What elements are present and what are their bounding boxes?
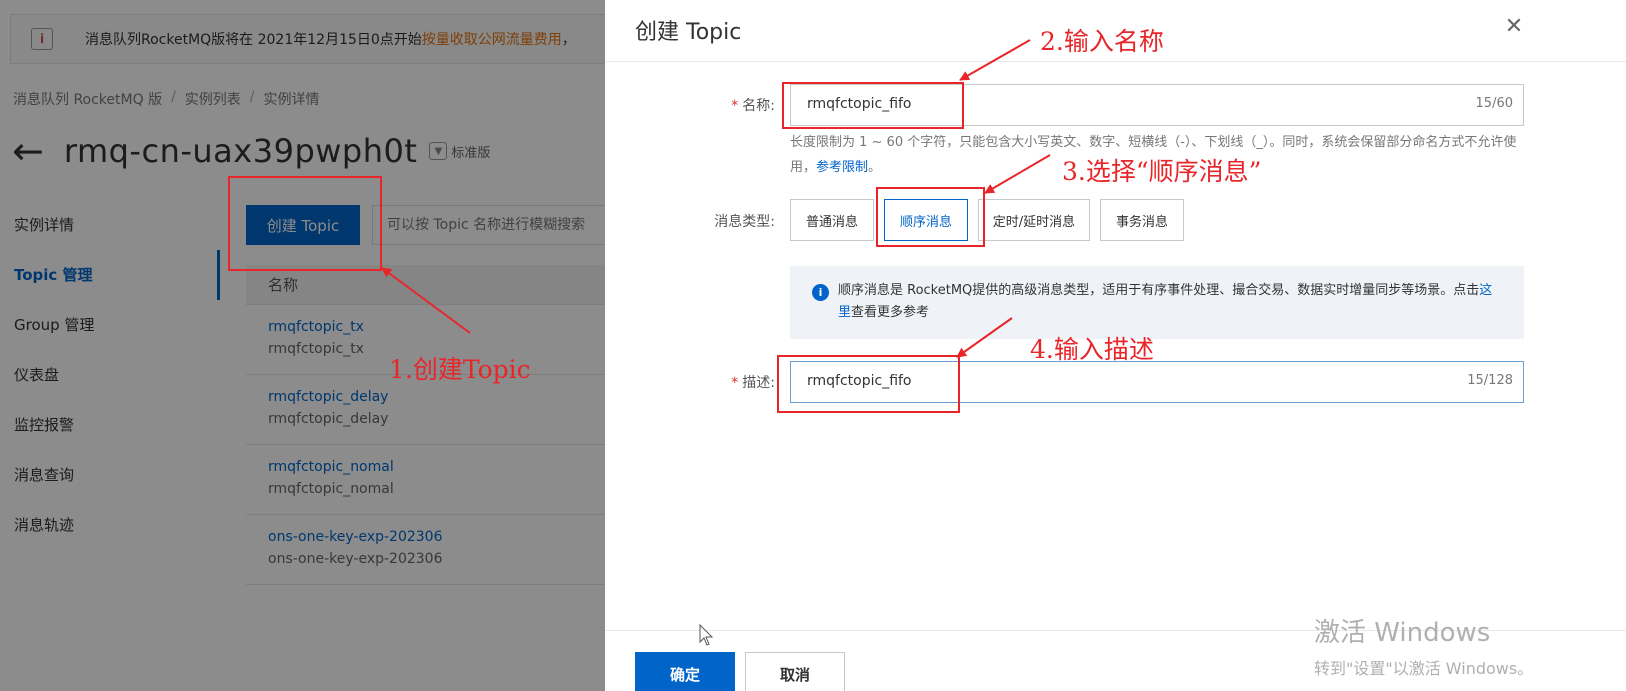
info-icon: i — [812, 284, 829, 301]
type-option-normal[interactable]: 普通消息 — [790, 199, 874, 241]
modal-overlay[interactable] — [0, 0, 605, 691]
windows-activation-watermark: 激活 Windows 转到"设置"以激活 Windows。 — [1314, 612, 1533, 679]
type-option-transaction[interactable]: 事务消息 — [1100, 199, 1184, 241]
info-box: i 顺序消息是 RocketMQ提供的高级消息类型，适用于有序事件处理、撮合交易… — [790, 266, 1524, 339]
required-marker: * — [731, 98, 739, 114]
name-label: * 名称: — [731, 98, 775, 114]
cancel-button[interactable]: 取消 — [745, 652, 845, 691]
type-option-delay[interactable]: 定时/延时消息 — [978, 199, 1090, 241]
required-marker: * — [731, 375, 739, 391]
name-char-count: 15/60 — [1475, 96, 1513, 111]
annotation-step-2: 2.输入名称 — [1040, 27, 1164, 56]
annotation-step-4: 4.输入描述 — [1030, 335, 1154, 364]
annotation-box-name — [782, 82, 964, 129]
mouse-cursor-icon — [699, 624, 714, 646]
annotation-step-1: 1.创建Topic — [389, 355, 531, 384]
watermark-title: 激活 Windows — [1314, 618, 1491, 648]
confirm-button[interactable]: 确定 — [635, 652, 735, 691]
drawer-title: 创建 Topic — [635, 20, 742, 45]
annotation-box-type — [876, 187, 985, 247]
close-icon[interactable]: ✕ — [1501, 14, 1527, 40]
annotation-box-description — [777, 355, 960, 413]
message-type-label: 消息类型: — [714, 214, 775, 230]
annotation-step-3: 3.选择“顺序消息” — [1062, 157, 1262, 186]
description-char-count: 15/128 — [1467, 373, 1513, 388]
reference-limit-link[interactable]: 参考限制 — [816, 160, 868, 175]
info-text: 顺序消息是 RocketMQ提供的高级消息类型，适用于有序事件处理、撮合交易、数… — [838, 283, 1493, 320]
annotation-box-create — [228, 176, 382, 271]
watermark-subtitle: 转到"设置"以激活 Windows。 — [1314, 659, 1534, 678]
description-label: * 描述: — [731, 375, 775, 391]
